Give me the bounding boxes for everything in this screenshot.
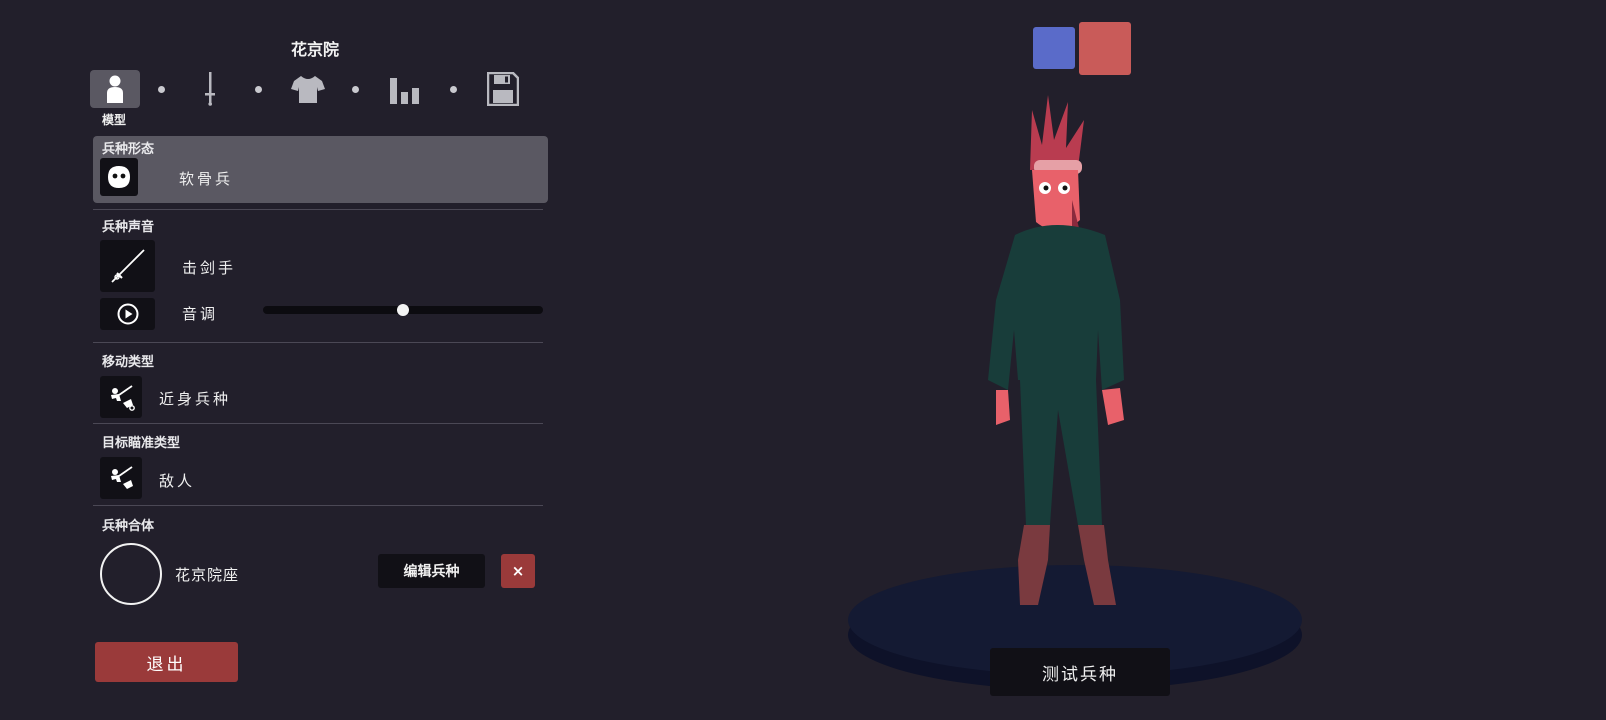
tab-bar xyxy=(90,70,530,110)
character-preview xyxy=(848,95,1302,690)
save-icon xyxy=(487,72,519,106)
face-icon xyxy=(108,166,130,188)
merge-value: 花京院座 xyxy=(175,566,240,584)
play-icon xyxy=(117,303,138,325)
unit-voice-value: 击剑手 xyxy=(182,259,237,277)
divider xyxy=(93,209,543,210)
unit-form-value: 软骨兵 xyxy=(179,170,234,188)
targeting-value: 敌人 xyxy=(159,472,196,490)
pitch-label: 音调 xyxy=(182,305,219,323)
tab-clothing[interactable] xyxy=(283,70,333,108)
movement-value: 近身兵种 xyxy=(159,390,232,408)
tab-separator xyxy=(450,86,457,93)
targeting-label: 目标瞄准类型 xyxy=(102,436,181,451)
tab-stats[interactable] xyxy=(380,70,430,108)
edit-unit-button[interactable]: 编辑兵种 xyxy=(378,554,485,588)
sword-icon xyxy=(205,72,215,106)
unit-form-row[interactable]: 兵种形态 软骨兵 xyxy=(93,136,548,203)
melee-icon xyxy=(111,385,135,411)
shirt-icon xyxy=(291,76,325,103)
person-icon xyxy=(107,75,123,103)
tab-weapon[interactable] xyxy=(185,70,235,108)
merge-label: 兵种合体 xyxy=(102,519,155,534)
unit-form-icon-box xyxy=(100,158,138,196)
voice-icon-box[interactable] xyxy=(100,240,155,292)
test-unit-button[interactable]: 测试兵种 xyxy=(990,648,1170,696)
movement-label: 移动类型 xyxy=(102,355,155,370)
team-color-red[interactable] xyxy=(1079,22,1131,75)
tab-separator xyxy=(352,86,359,93)
unit-character xyxy=(988,95,1124,605)
unit-voice-label: 兵种声音 xyxy=(102,220,155,235)
divider xyxy=(93,342,543,343)
exit-button[interactable]: 退出 xyxy=(95,642,238,682)
unit-form-label: 兵种形态 xyxy=(102,142,155,157)
section-title: 模型 xyxy=(102,113,127,127)
divider xyxy=(93,423,543,424)
targeting-icon-box[interactable] xyxy=(100,457,142,499)
target-enemy-icon xyxy=(111,466,133,489)
stats-icon xyxy=(390,78,419,104)
tab-model[interactable] xyxy=(90,70,140,108)
remove-merge-button[interactable]: × xyxy=(501,554,535,588)
divider xyxy=(93,505,543,506)
tab-separator xyxy=(255,86,262,93)
tab-save[interactable] xyxy=(478,70,528,108)
pitch-slider-knob[interactable] xyxy=(397,304,409,316)
play-voice-button[interactable] xyxy=(100,298,155,330)
pitch-slider[interactable] xyxy=(263,304,543,316)
unit-name-title: 花京院 xyxy=(290,40,339,59)
tab-separator xyxy=(158,86,165,93)
team-color-blue[interactable] xyxy=(1033,27,1075,69)
rapier-icon xyxy=(110,249,145,283)
merge-avatar[interactable] xyxy=(100,543,162,605)
movement-icon-box[interactable] xyxy=(100,376,142,418)
